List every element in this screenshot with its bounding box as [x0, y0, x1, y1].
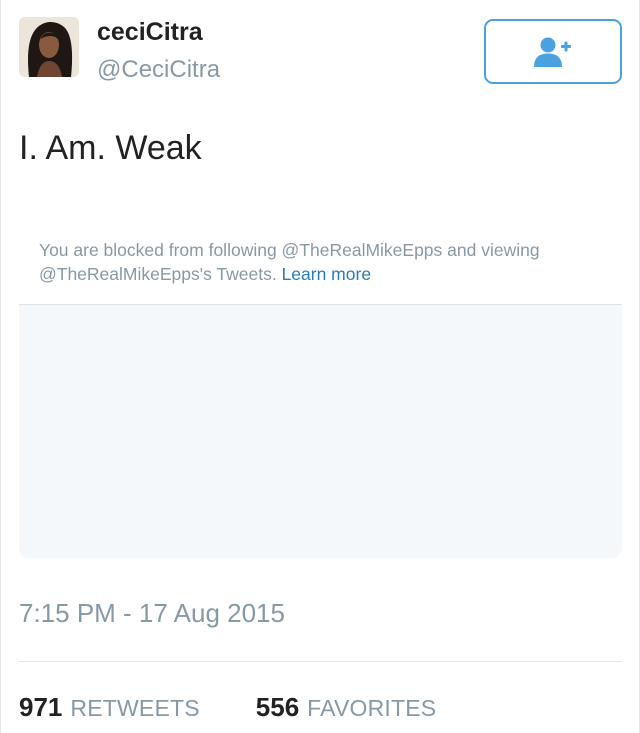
retweets-stat[interactable]: 971 RETWEETS — [19, 692, 200, 723]
author-display-name[interactable]: ceciCitra — [97, 16, 203, 48]
favorites-count: 556 — [255, 692, 300, 722]
favorites-stat[interactable]: 556 FAVORITES — [256, 692, 437, 723]
avatar[interactable] — [19, 17, 79, 77]
follow-button[interactable] — [484, 19, 622, 84]
retweets-count: 971 — [19, 692, 63, 722]
author-handle[interactable]: @CeciCitra — [97, 54, 220, 86]
follow-user-icon — [534, 37, 571, 67]
retweets-label: RETWEETS — [70, 695, 200, 721]
tweet-text: I. Am. Weak — [19, 129, 202, 167]
tweet-stats: 971 RETWEETS 556 FAVORITES — [19, 692, 436, 726]
learn-more-link[interactable]: Learn more — [282, 264, 372, 284]
blocked-notice: You are blocked from following @TheRealM… — [39, 238, 579, 286]
favorites-label: FAVORITES — [307, 695, 437, 721]
profile-photo-icon — [19, 17, 79, 77]
tweet-timestamp[interactable]: 7:15 PM - 17 Aug 2015 — [19, 596, 285, 630]
tweet-detail: ceciCitra @CeciCitra I. Am. Weak You are… — [0, 0, 640, 733]
divider — [19, 661, 622, 662]
embedded-media-placeholder — [19, 305, 622, 558]
